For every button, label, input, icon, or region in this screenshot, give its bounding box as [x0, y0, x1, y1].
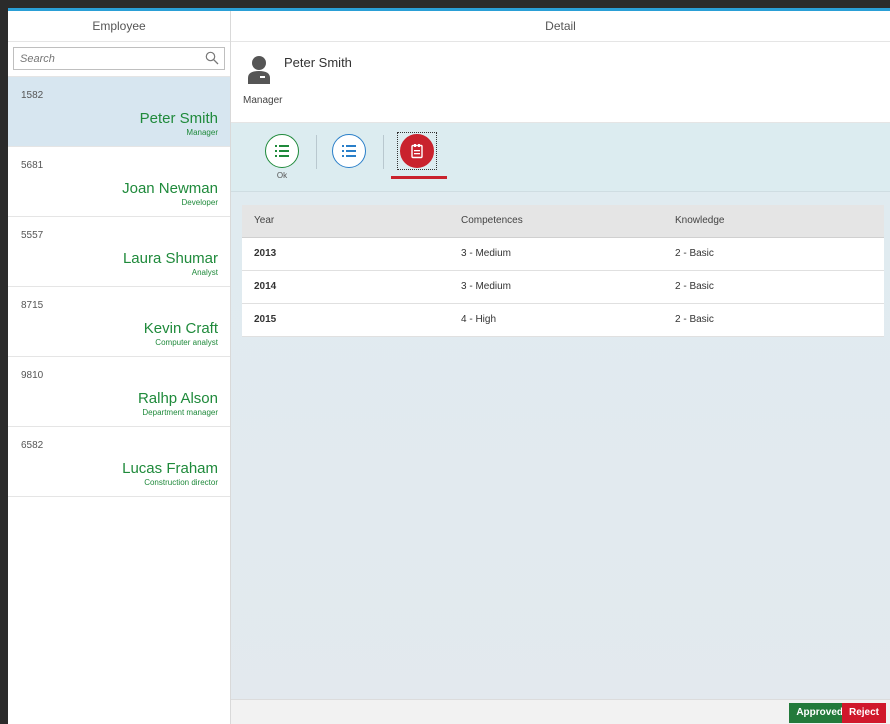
list-icon: [275, 145, 289, 157]
employee-list: 1582 Peter Smith Manager 5681 Joan Newma…: [8, 77, 230, 497]
employee-role: Department manager: [142, 408, 218, 417]
employee-role: Developer: [181, 198, 218, 207]
competences-cell: 3 - Medium: [449, 270, 663, 304]
employee-item[interactable]: 1582 Peter Smith Manager: [8, 77, 230, 147]
detail-pane: Detail Peter Smith Manager Ok Year Compe…: [231, 11, 890, 724]
knowledge-cell: 2 - Basic: [663, 303, 884, 337]
year-cell: 2013: [242, 237, 449, 271]
reject-button[interactable]: Reject: [841, 703, 886, 723]
knowledge-cell: 2 - Basic: [663, 270, 884, 304]
tab-separator: [316, 135, 317, 169]
master-header: Employee: [8, 11, 230, 42]
tab-icon-circle: [332, 134, 366, 168]
table-row[interactable]: 2013 3 - Medium 2 - Basic: [242, 237, 884, 271]
employee-role: Computer analyst: [155, 338, 218, 347]
tab-icon-circle: [265, 134, 299, 168]
tab-label: Ok: [276, 171, 288, 180]
detail-header: Detail: [231, 11, 890, 42]
employee-role: Construction director: [144, 478, 218, 487]
table-row[interactable]: 2015 4 - High 2 - Basic: [242, 303, 884, 337]
column-header: Competences: [449, 205, 663, 238]
table-header-row: Year Competences Knowledge: [242, 205, 884, 238]
employee-name: Ralhp Alson: [137, 390, 218, 407]
employee-id: 1582: [21, 90, 44, 101]
employee-id: 5557: [21, 230, 44, 241]
employee-role: Analyst: [191, 268, 218, 277]
person-icon: [248, 56, 270, 84]
employee-id: 5681: [21, 160, 44, 171]
tab-ok[interactable]: Ok: [265, 134, 299, 180]
employee-item[interactable]: 5557 Laura Shumar Analyst: [8, 217, 230, 287]
employee-role: Manager: [186, 128, 218, 137]
employee-name: Joan Newman: [122, 180, 218, 197]
tab-separator: [383, 135, 384, 169]
employee-id: 6582: [21, 440, 44, 451]
object-header: Peter Smith Manager: [231, 42, 890, 123]
year-cell: 2014: [242, 270, 449, 304]
column-header: Year: [242, 205, 449, 238]
focus-outline: [397, 132, 437, 170]
employee-item[interactable]: 5681 Joan Newman Developer: [8, 147, 230, 217]
year-cell: 2015: [242, 303, 449, 337]
employee-name: Lucas Fraham: [122, 460, 218, 477]
employee-id: 9810: [21, 370, 44, 381]
tab-list[interactable]: [332, 134, 366, 171]
employee-name: Laura Shumar: [122, 250, 218, 267]
competences-cell: 4 - High: [449, 303, 663, 337]
object-subtitle: Manager: [243, 95, 283, 106]
employee-item[interactable]: 9810 Ralhp Alson Department manager: [8, 357, 230, 427]
employee-name: Peter Smith: [139, 110, 218, 127]
object-title: Peter Smith: [284, 55, 352, 70]
column-header: Knowledge: [663, 205, 884, 238]
evaluation-table: Year Competences Knowledge 2013 3 - Medi…: [242, 205, 884, 337]
footer-toolbar: Approved Reject: [231, 699, 890, 724]
employee-item[interactable]: 8715 Kevin Craft Computer analyst: [8, 287, 230, 357]
search-bar: [8, 42, 230, 77]
selected-tab-indicator: [391, 176, 447, 179]
search-input[interactable]: [14, 48, 224, 69]
competences-cell: 3 - Medium: [449, 237, 663, 271]
employee-id: 8715: [21, 300, 44, 311]
icon-tab-bar: Ok: [231, 123, 890, 192]
master-pane: Employee 1582 Peter Smith Manager 5681 J…: [8, 11, 231, 724]
knowledge-cell: 2 - Basic: [663, 237, 884, 271]
list-icon: [342, 145, 356, 157]
search-icon[interactable]: [205, 51, 219, 65]
app-frame: Employee 1582 Peter Smith Manager 5681 J…: [8, 8, 890, 724]
employee-item[interactable]: 6582 Lucas Fraham Construction director: [8, 427, 230, 497]
search-field[interactable]: [13, 47, 225, 70]
approve-button[interactable]: Approved: [789, 703, 850, 723]
employee-name: Kevin Craft: [143, 320, 218, 337]
table-row[interactable]: 2014 3 - Medium 2 - Basic: [242, 270, 884, 304]
